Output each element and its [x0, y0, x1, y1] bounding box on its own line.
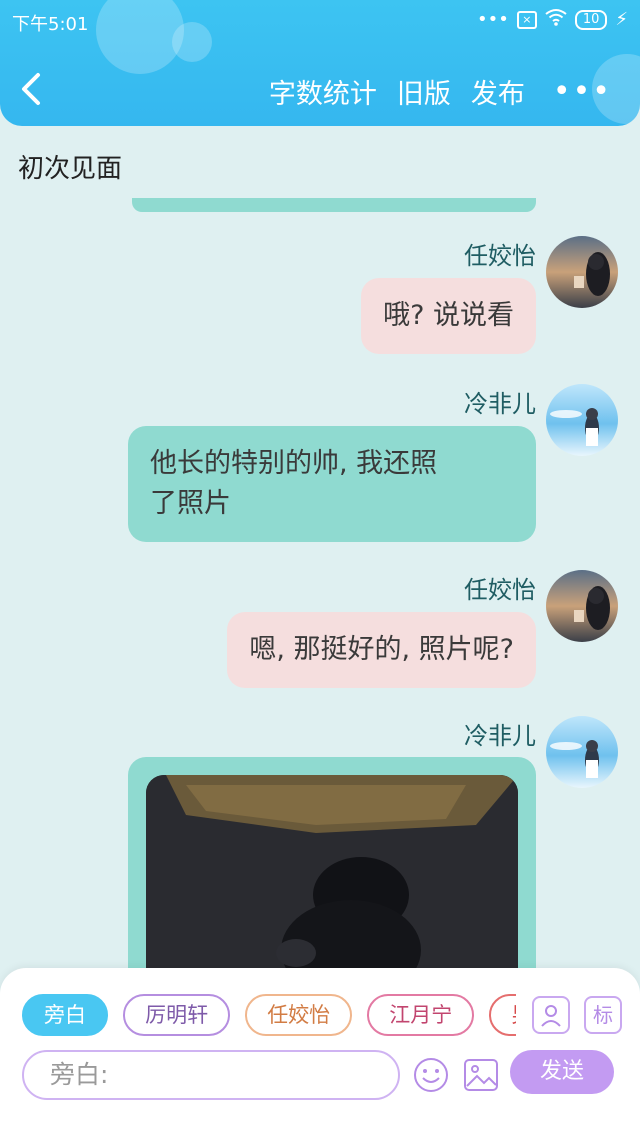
sim-icon: × — [516, 10, 537, 29]
battery-icon: 10 — [574, 9, 608, 30]
speaker-name: 冷非儿 — [464, 390, 536, 418]
avatar-image — [546, 384, 618, 456]
role-chip[interactable]: 男主 — [489, 994, 516, 1036]
avatar-leng[interactable] — [546, 384, 618, 456]
smiley-icon — [414, 1058, 448, 1092]
signal-dots: ••• — [476, 9, 509, 30]
avatar-image — [546, 236, 618, 308]
avatar-ren[interactable] — [546, 236, 618, 308]
role-manage-button[interactable] — [532, 996, 570, 1034]
emoji-button[interactable] — [412, 1056, 450, 1094]
message-bubble[interactable]: 他长的特别的帅, 我还照 了照片 — [128, 426, 536, 542]
send-button[interactable]: 发送 — [510, 1050, 614, 1094]
mark-button[interactable]: 标 — [584, 996, 622, 1034]
role-chip[interactable]: 厉明轩 — [123, 994, 231, 1036]
status-icons: ••• × 10 ⚡ — [477, 8, 628, 31]
person-icon — [541, 1005, 561, 1027]
speaker-name: 任姣怡 — [464, 242, 536, 270]
previous-message-edge — [132, 198, 536, 212]
old-version-button[interactable]: 旧版 — [397, 72, 451, 111]
picture-icon — [464, 1059, 498, 1091]
role-chip[interactable]: 江月宁 — [367, 994, 475, 1036]
app-header: 下午5:01 ••• × 10 ⚡ 字数统计 旧版 发布 ••• — [0, 0, 640, 126]
back-button[interactable] — [18, 72, 50, 112]
wifi-icon — [545, 8, 567, 31]
charging-icon: ⚡ — [615, 9, 628, 30]
word-count-button[interactable]: 字数统计 — [269, 72, 377, 111]
image-message[interactable] — [128, 757, 536, 1005]
more-icon[interactable]: ••• — [553, 74, 612, 109]
decor-bubble — [96, 0, 184, 74]
image-button[interactable] — [462, 1056, 500, 1094]
message-bubble[interactable]: 哦? 说说看 — [361, 278, 536, 354]
avatar-image — [546, 716, 618, 788]
composer-panel: 旁白 厉明轩 任姣怡 江月宁 男主 标 旁白: 发送 — [0, 968, 640, 1138]
role-chip[interactable]: 旁白 — [22, 994, 108, 1036]
publish-button[interactable]: 发布 — [471, 72, 525, 111]
speaker-name: 任姣怡 — [464, 576, 536, 604]
chevron-left-icon — [22, 73, 40, 105]
message-line: 他长的特别的帅, 我还照 — [150, 448, 438, 479]
role-selector: 旁白 厉明轩 任姣怡 江月宁 男主 — [22, 994, 516, 1038]
avatar-image — [546, 570, 618, 642]
avatar-leng[interactable] — [546, 716, 618, 788]
speaker-name: 冷非儿 — [464, 722, 536, 750]
status-time: 下午5:01 — [12, 14, 89, 35]
decor-bubble — [172, 22, 212, 62]
message-input[interactable]: 旁白: — [22, 1050, 400, 1100]
avatar-ren[interactable] — [546, 570, 618, 642]
chapter-title: 初次见面 — [18, 154, 123, 184]
message-line: 了照片 — [150, 488, 231, 519]
header-actions: 字数统计 旧版 发布 ••• — [269, 72, 612, 111]
role-chip[interactable]: 任姣怡 — [245, 994, 353, 1036]
message-bubble[interactable]: 嗯, 那挺好的, 照片呢? — [227, 612, 536, 688]
